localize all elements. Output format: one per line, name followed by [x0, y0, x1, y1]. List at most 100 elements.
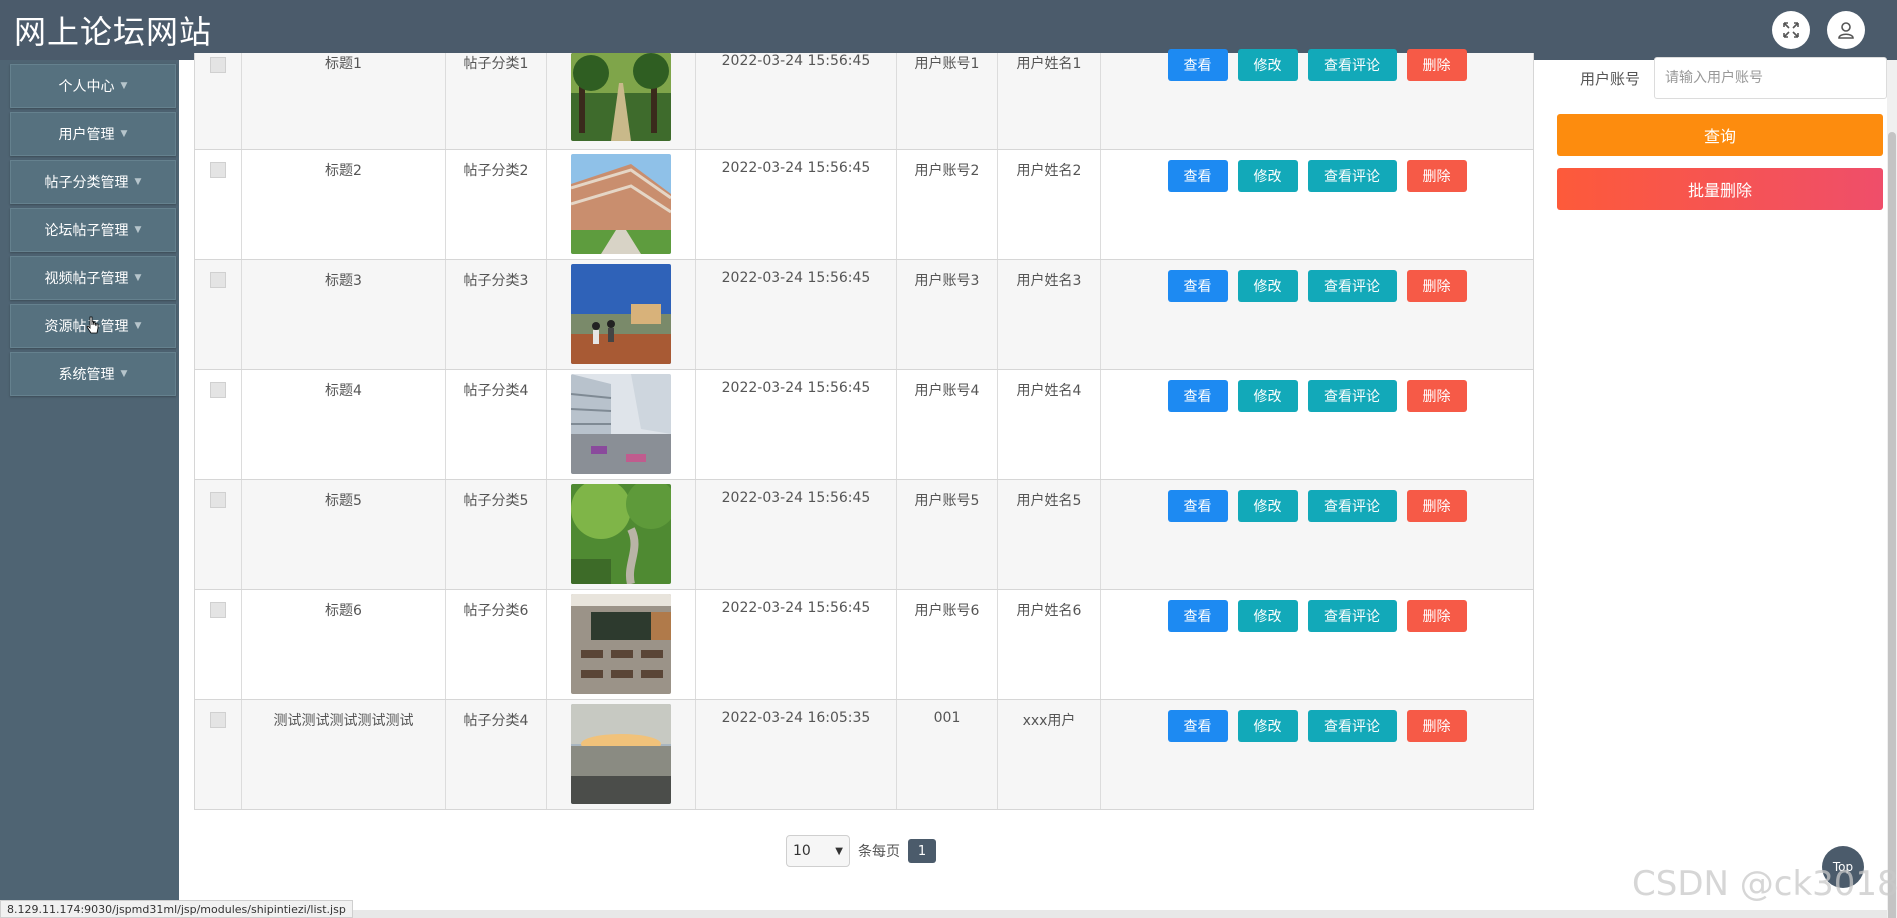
page-number-button[interactable]: 1: [908, 839, 936, 863]
category-cell: 帖子分类1: [446, 53, 547, 149]
image-cell: [547, 260, 696, 369]
view-button[interactable]: 查看: [1167, 600, 1228, 632]
scrollbar-thumb[interactable]: [1888, 132, 1896, 918]
post-thumbnail-image[interactable]: [571, 264, 671, 364]
checkbox-cell: [195, 480, 242, 589]
app-title: 网上论坛网站: [14, 13, 213, 51]
edit-button[interactable]: 修改: [1237, 160, 1298, 192]
caret-down-icon: ▼: [134, 177, 142, 187]
delete-button[interactable]: 删除: [1406, 600, 1467, 632]
sidebar-item-video-post-management[interactable]: 视频帖子管理 ▼: [10, 256, 176, 300]
view-button[interactable]: 查看: [1167, 160, 1228, 192]
view-button[interactable]: 查看: [1167, 380, 1228, 412]
row-checkbox[interactable]: [210, 382, 226, 398]
view-comments-button[interactable]: 查看评论: [1307, 270, 1397, 302]
row-checkbox[interactable]: [210, 712, 226, 728]
row-checkbox[interactable]: [210, 272, 226, 288]
account-cell: 用户账号6: [897, 590, 998, 699]
image-cell: [547, 590, 696, 699]
user-avatar-icon[interactable]: [1827, 11, 1865, 49]
sidebar-item-label: 论坛帖子管理: [44, 223, 129, 239]
edit-button[interactable]: 修改: [1237, 49, 1298, 81]
sidebar-item-label: 用户管理: [58, 127, 115, 143]
edit-button[interactable]: 修改: [1237, 490, 1298, 522]
sidebar: 个人中心▼ 用户管理▼ 帖子分类管理▼ 论坛帖子管理▼ 视频帖子管理▼ 资源帖子…: [0, 60, 179, 918]
account-search-label: 用户账号: [1580, 70, 1641, 88]
sidebar-item-label: 帖子分类管理: [44, 175, 129, 191]
sidebar-item-personal-center[interactable]: 个人中心 ▼: [10, 64, 176, 108]
name-cell: 用户姓名1: [998, 53, 1101, 149]
post-thumbnail-image[interactable]: [571, 154, 671, 254]
view-comments-button[interactable]: 查看评论: [1307, 49, 1397, 81]
actions-cell: 查看 修改 查看评论 删除: [1101, 700, 1533, 809]
view-button[interactable]: 查看: [1167, 49, 1228, 81]
caret-down-icon: ▼: [120, 369, 128, 379]
category-cell: 帖子分类2: [446, 150, 547, 259]
title-cell: 标题2: [242, 150, 446, 259]
view-button[interactable]: 查看: [1167, 490, 1228, 522]
image-cell: [547, 480, 696, 589]
view-comments-button[interactable]: 查看评论: [1307, 710, 1397, 742]
checkbox-cell: [195, 53, 242, 149]
vertical-scrollbar[interactable]: [1887, 60, 1897, 918]
batch-delete-button[interactable]: 批量删除: [1557, 168, 1883, 210]
sidebar-item-label: 系统管理: [58, 367, 115, 383]
table-row: 标题5 帖子分类5 2022-03-24 15:56:45 用户账号5 用户姓名…: [194, 480, 1534, 590]
view-button[interactable]: 查看: [1167, 270, 1228, 302]
sidebar-item-category-management[interactable]: 帖子分类管理 ▼: [10, 160, 176, 204]
delete-button[interactable]: 删除: [1406, 490, 1467, 522]
delete-button[interactable]: 删除: [1406, 160, 1467, 192]
row-checkbox[interactable]: [210, 492, 226, 508]
top-header: 网上论坛网站: [0, 0, 1897, 60]
name-cell: 用户姓名2: [998, 150, 1101, 259]
post-thumbnail-image[interactable]: [571, 484, 671, 584]
post-thumbnail-image[interactable]: [571, 374, 671, 474]
time-cell: 2022-03-24 16:05:35: [696, 700, 897, 809]
delete-button[interactable]: 删除: [1406, 710, 1467, 742]
view-comments-button[interactable]: 查看评论: [1307, 380, 1397, 412]
time-cell: 2022-03-24 15:56:45: [696, 53, 897, 149]
sidebar-item-user-management[interactable]: 用户管理 ▼: [10, 112, 176, 156]
category-cell: 帖子分类3: [446, 260, 547, 369]
category-cell: 帖子分类6: [446, 590, 547, 699]
edit-button[interactable]: 修改: [1237, 710, 1298, 742]
per-page-label: 条每页: [858, 844, 900, 860]
table-row: 标题4 帖子分类4 2022-03-24 15:56:45 用户账号4 用户姓名…: [194, 370, 1534, 480]
image-cell: [547, 150, 696, 259]
edit-button[interactable]: 修改: [1237, 270, 1298, 302]
view-comments-button[interactable]: 查看评论: [1307, 490, 1397, 522]
post-thumbnail-image[interactable]: [571, 53, 671, 141]
actions-cell: 查看 修改 查看评论 删除: [1101, 590, 1533, 699]
checkbox-cell: [195, 150, 242, 259]
row-checkbox[interactable]: [210, 162, 226, 178]
sidebar-item-system-management[interactable]: 系统管理 ▼: [10, 352, 176, 396]
delete-button[interactable]: 删除: [1406, 270, 1467, 302]
caret-down-icon: ▼: [120, 129, 128, 139]
delete-button[interactable]: 删除: [1406, 49, 1467, 81]
expand-arrows-icon: [1783, 22, 1799, 38]
page-size-select[interactable]: 10 ▼: [786, 835, 850, 867]
row-checkbox[interactable]: [210, 602, 226, 618]
table-row: 标题1 帖子分类1 2022-03-24 15:56:45 用户账号1 用户姓名…: [194, 49, 1534, 150]
post-thumbnail-image[interactable]: [571, 594, 671, 694]
view-button[interactable]: 查看: [1167, 710, 1228, 742]
view-comments-button[interactable]: 查看评论: [1307, 600, 1397, 632]
fullscreen-icon[interactable]: [1772, 11, 1810, 49]
post-thumbnail-image[interactable]: [571, 704, 671, 804]
account-cell: 用户账号1: [897, 53, 998, 149]
sidebar-item-forum-post-management[interactable]: 论坛帖子管理 ▼: [10, 208, 176, 252]
edit-button[interactable]: 修改: [1237, 380, 1298, 412]
checkbox-cell: [195, 700, 242, 809]
account-cell: 用户账号2: [897, 150, 998, 259]
account-search-input[interactable]: [1654, 57, 1887, 99]
name-cell: 用户姓名6: [998, 590, 1101, 699]
image-cell: [547, 700, 696, 809]
delete-button[interactable]: 删除: [1406, 380, 1467, 412]
query-button[interactable]: 查询: [1557, 114, 1883, 156]
title-cell: 测试测试测试测试测试: [242, 700, 446, 809]
view-comments-button[interactable]: 查看评论: [1307, 160, 1397, 192]
row-checkbox[interactable]: [210, 57, 226, 73]
name-cell: xxx用户: [998, 700, 1101, 809]
account-cell: 用户账号5: [897, 480, 998, 589]
edit-button[interactable]: 修改: [1237, 600, 1298, 632]
